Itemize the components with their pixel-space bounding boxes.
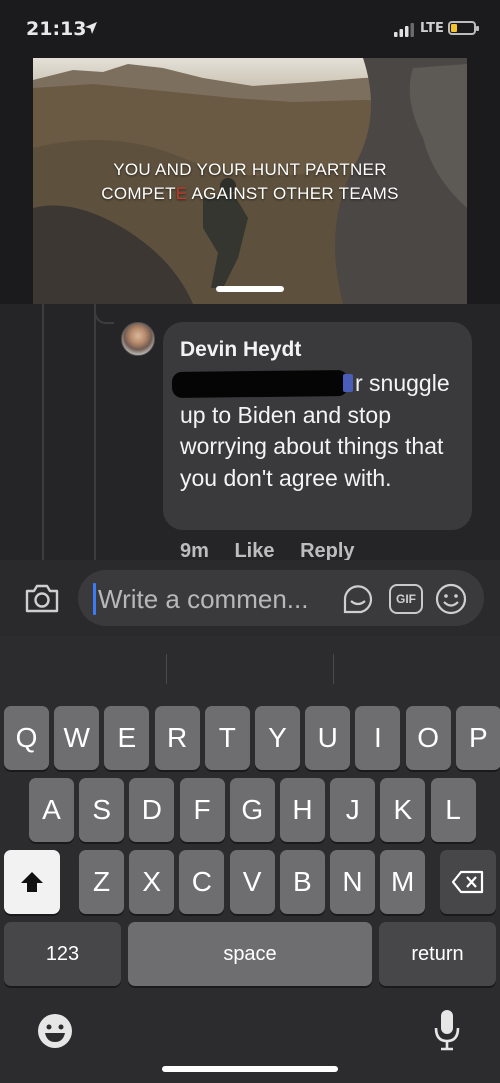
key-q[interactable]: Q (4, 706, 49, 770)
key-c[interactable]: C (179, 850, 225, 914)
suggestion-divider (333, 654, 334, 684)
caption-line-2b: AGAINST OTHER TEAMS (187, 184, 399, 203)
key-l[interactable]: L (430, 778, 476, 842)
key-b[interactable]: B (279, 850, 325, 914)
key-o[interactable]: O (405, 706, 451, 770)
microphone-icon[interactable] (432, 1008, 462, 1052)
backspace-icon (451, 870, 484, 894)
key-p[interactable]: P (455, 706, 500, 770)
gif-button[interactable]: GIF (389, 584, 423, 614)
emoji-icon[interactable] (36, 1012, 74, 1050)
key-w[interactable]: W (54, 706, 100, 770)
key-h[interactable]: H (280, 778, 325, 842)
key-u[interactable]: U (305, 706, 351, 770)
reply-button[interactable]: Reply (300, 540, 354, 562)
comment-composer: Write a commen... GIF (0, 560, 500, 636)
carrier-label: LTE (420, 21, 444, 36)
video-progress-indicator (216, 286, 284, 292)
home-indicator (162, 1066, 338, 1072)
suggestion-divider (166, 654, 167, 684)
key-x[interactable]: X (129, 850, 175, 914)
key-a[interactable]: A (29, 778, 74, 842)
shift-key[interactable] (4, 850, 60, 914)
delete-key[interactable] (440, 850, 496, 914)
like-button[interactable]: Like (234, 540, 274, 562)
caption-line-2: COMPETE AGAINST OTHER TEAMS (33, 182, 467, 206)
reply-connector (94, 306, 114, 324)
battery-icon (448, 21, 479, 35)
key-v[interactable]: V (229, 850, 275, 914)
key-e[interactable]: E (104, 706, 150, 770)
key-f[interactable]: F (179, 778, 225, 842)
key-i[interactable]: I (355, 706, 401, 770)
key-g[interactable]: G (229, 778, 275, 842)
caption-line-2a: COMPET (101, 184, 176, 203)
key-n[interactable]: N (330, 850, 375, 914)
comment-thread: Devin Heydt r snuggle up to Biden and st… (0, 304, 500, 564)
status-time: 21:13 (26, 18, 87, 40)
key-j[interactable]: J (330, 778, 376, 842)
key-r[interactable]: R (154, 706, 200, 770)
video-caption: YOU AND YOUR HUNT PARTNER COMPETE AGAINS… (33, 158, 467, 206)
key-z[interactable]: Z (79, 850, 124, 914)
numbers-key[interactable]: 123 (4, 922, 121, 986)
camera-icon[interactable] (24, 582, 60, 614)
comment-time: 9m (180, 540, 209, 562)
key-s[interactable]: S (79, 778, 125, 842)
comment-input[interactable]: Write a commen... GIF (78, 570, 484, 626)
comment-text: r snuggle up to Biden and stop worrying … (180, 370, 450, 491)
thread-line-outer (42, 304, 44, 560)
key-k[interactable]: K (380, 778, 426, 842)
text-caret (93, 583, 96, 615)
key-m[interactable]: M (380, 850, 426, 914)
return-key[interactable]: return (379, 922, 496, 986)
key-d[interactable]: D (129, 778, 175, 842)
comment-placeholder: Write a commen... (98, 584, 309, 614)
key-t[interactable]: T (204, 706, 250, 770)
comment-author[interactable]: Devin Heydt (180, 338, 301, 362)
key-y[interactable]: Y (255, 706, 300, 770)
avatar[interactable] (121, 322, 155, 356)
battery-level (451, 24, 457, 32)
sticker-icon[interactable] (341, 583, 375, 615)
cell-signal-icon (394, 23, 414, 37)
video-player[interactable]: YOU AND YOUR HUNT PARTNER COMPETE AGAINS… (33, 58, 467, 304)
shift-icon (21, 872, 43, 892)
keyboard: QWERTYUIOP ASDFGHJKL ZXCVBNM 123 space r… (0, 636, 500, 1083)
space-key[interactable]: space (128, 922, 372, 986)
caption-line-1: YOU AND YOUR HUNT PARTNER (113, 160, 387, 179)
thread-line-inner (94, 304, 96, 560)
status-bar: 21:13 LTE (0, 0, 500, 58)
smiley-icon[interactable] (434, 582, 468, 616)
caption-line-2-red: E (175, 184, 188, 203)
location-arrow-icon (85, 22, 97, 34)
comment-bubble[interactable]: Devin Heydt r snuggle up to Biden and st… (163, 322, 472, 530)
